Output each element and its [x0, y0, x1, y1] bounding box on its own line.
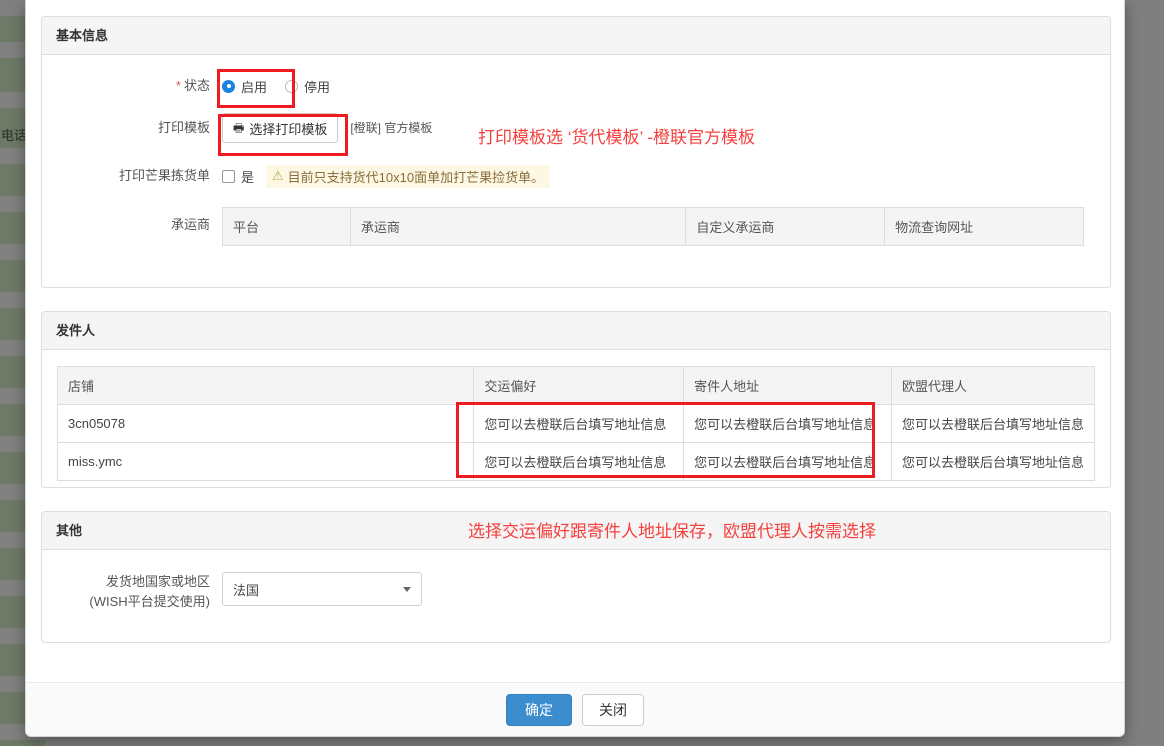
- modal-footer: 确定 关闭: [26, 682, 1124, 736]
- mango-picklist-checkbox-label: 是: [241, 169, 255, 185]
- radio-status-enabled[interactable]: 启用: [222, 77, 267, 96]
- close-button[interactable]: 关闭: [582, 693, 644, 726]
- checkbox-icon[interactable]: [222, 169, 235, 183]
- sender-col-eu-agent: 欧盟代理人: [890, 366, 1096, 405]
- mango-picklist-checkbox-wrap[interactable]: 是 ⚠ 目前只支持货代10x10面单加打芒果捡货单。: [222, 164, 551, 188]
- table-row[interactable]: 3cn05078 您可以去橙联后台填写地址信息 您可以去橙联后台填写地址信息 您…: [56, 404, 1096, 443]
- label-ship-from-country: 发货地国家或地区 (WISH平台提交使用): [42, 572, 222, 612]
- settings-modal: 基本信息 * 状态 启用 停用 打印模板 🖶 选择打印模板 [橙联] 官方模板 …: [25, 0, 1125, 737]
- carrier-table: 平台 承运商 自定义承运商 物流查询网址: [222, 207, 1084, 246]
- ship-from-country-control: 法国: [222, 572, 422, 606]
- row-mango-picklist: 打印芒果拣货单 是 ⚠ 目前只支持货代10x10面单加打芒果捡货单。: [42, 164, 551, 188]
- status-radio-group: 启用 停用: [222, 75, 330, 97]
- sender-cell-shop: 3cn05078: [56, 404, 475, 443]
- ship-from-country-select[interactable]: 法国: [222, 572, 422, 606]
- background-phone-label: 电话: [1, 128, 28, 143]
- carrier-col-tracking-url: 物流查询网址: [884, 207, 1084, 246]
- label-mango-picklist: 打印芒果拣货单: [118, 168, 210, 183]
- label-ship-from-country-line2: (WISH平台提交使用): [89, 594, 210, 609]
- annotation-note-sender: 选择交运偏好跟寄件人地址保存，欧盟代理人按需选择: [468, 522, 876, 541]
- panel-basic-info-body: * 状态 启用 停用 打印模板 🖶 选择打印模板 [橙联] 官方模板 打印芒果拣…: [42, 55, 1110, 287]
- status-control: 启用 停用: [222, 75, 330, 97]
- sender-table: 店铺 交运偏好 寄件人地址 欧盟代理人 3cn05078 您可以去橙联后台填写地…: [56, 366, 1096, 481]
- panel-sender: 发件人 店铺 交运偏好 寄件人地址 欧盟代理人 3cn05078 您可以去橙联后…: [41, 311, 1111, 488]
- sender-col-shipping-preference: 交运偏好: [473, 366, 685, 405]
- label-carrier: 承运商: [170, 217, 210, 232]
- warning-triangle-icon: ⚠: [272, 168, 284, 183]
- radio-unselected-icon[interactable]: [285, 79, 299, 93]
- carrier-table-control: 平台 承运商 自定义承运商 物流查询网址: [222, 207, 1084, 246]
- label-status-text: 状态: [183, 78, 210, 93]
- mango-picklist-control: 是 ⚠ 目前只支持货代10x10面单加打芒果捡货单。: [222, 164, 551, 188]
- radio-status-disabled[interactable]: 停用: [285, 77, 330, 96]
- row-carrier: 承运商 平台 承运商 自定义承运商 物流查询网址: [42, 207, 1084, 246]
- sender-cell-shop: miss.ymc: [56, 442, 475, 481]
- row-print-template: 打印模板 🖶 选择打印模板 [橙联] 官方模板: [42, 113, 432, 143]
- label-print-template: 打印模板: [157, 120, 210, 135]
- radio-status-disabled-label: 停用: [304, 79, 331, 95]
- modal-body: 基本信息 * 状态 启用 停用 打印模板 🖶 选择打印模板 [橙联] 官方模板 …: [26, 0, 1124, 682]
- sender-cell-eu-agent[interactable]: 您可以去橙联后台填写地址信息: [890, 404, 1096, 443]
- mango-picklist-warning: ⚠ 目前只支持货代10x10面单加打芒果捡货单。: [266, 164, 551, 188]
- panel-basic-info-title: 基本信息: [42, 17, 1110, 55]
- select-print-template-button[interactable]: 🖶 选择打印模板: [222, 113, 339, 143]
- radio-status-enabled-label: 启用: [241, 79, 268, 95]
- carrier-col-platform: 平台: [222, 207, 351, 246]
- label-ship-from-country-line1: 发货地国家或地区: [105, 574, 210, 589]
- annotation-note-print-template: 打印模板选 ‘货代模板’ -橙联官方模板: [478, 128, 756, 147]
- label-status: * 状态: [42, 75, 222, 97]
- panel-other-body: 发货地国家或地区 (WISH平台提交使用) 法国: [42, 550, 1110, 642]
- printer-icon: 🖶: [233, 121, 245, 135]
- ship-from-country-value: 法国: [233, 582, 260, 598]
- carrier-col-carrier: 承运商: [349, 207, 687, 246]
- sender-cell-shipping-preference[interactable]: 您可以去橙联后台填写地址信息: [473, 442, 685, 481]
- panel-sender-body: 店铺 交运偏好 寄件人地址 欧盟代理人 3cn05078 您可以去橙联后台填写地…: [42, 350, 1110, 481]
- sender-cell-eu-agent[interactable]: 您可以去橙联后台填写地址信息: [890, 442, 1096, 481]
- sender-cell-sender-address[interactable]: 您可以去橙联后台填写地址信息: [683, 442, 892, 481]
- carrier-table-header-row: 平台 承运商 自定义承运商 物流查询网址: [222, 207, 1084, 246]
- select-print-template-button-label: 选择打印模板: [249, 121, 328, 137]
- sender-cell-shipping-preference[interactable]: 您可以去橙联后台填写地址信息: [473, 404, 685, 443]
- selected-template-name: [橙联] 官方模板: [350, 121, 433, 135]
- panel-sender-title: 发件人: [42, 312, 1110, 350]
- chevron-down-icon[interactable]: [403, 587, 411, 592]
- radio-selected-icon[interactable]: [222, 79, 235, 93]
- sender-cell-sender-address[interactable]: 您可以去橙联后台填写地址信息: [683, 404, 892, 443]
- row-status: * 状态 启用 停用: [42, 75, 330, 97]
- carrier-col-custom-carrier: 自定义承运商: [685, 207, 886, 246]
- confirm-button[interactable]: 确定: [506, 693, 572, 726]
- mango-picklist-warning-text: 目前只支持货代10x10面单加打芒果捡货单。: [287, 169, 545, 185]
- table-row[interactable]: miss.ymc 您可以去橙联后台填写地址信息 您可以去橙联后台填写地址信息 您…: [56, 442, 1096, 481]
- print-template-control: 🖶 选择打印模板 [橙联] 官方模板: [222, 113, 432, 143]
- panel-basic-info: 基本信息 * 状态 启用 停用 打印模板 🖶 选择打印模板 [橙联] 官方模板 …: [41, 16, 1111, 288]
- required-asterisk: *: [175, 78, 181, 93]
- sender-table-body: 3cn05078 您可以去橙联后台填写地址信息 您可以去橙联后台填写地址信息 您…: [56, 404, 1096, 481]
- sender-table-header-row: 店铺 交运偏好 寄件人地址 欧盟代理人: [56, 366, 1096, 405]
- row-ship-from-country: 发货地国家或地区 (WISH平台提交使用) 法国: [42, 572, 422, 612]
- sender-col-sender-address: 寄件人地址: [683, 366, 892, 405]
- sender-col-shop: 店铺: [56, 366, 475, 405]
